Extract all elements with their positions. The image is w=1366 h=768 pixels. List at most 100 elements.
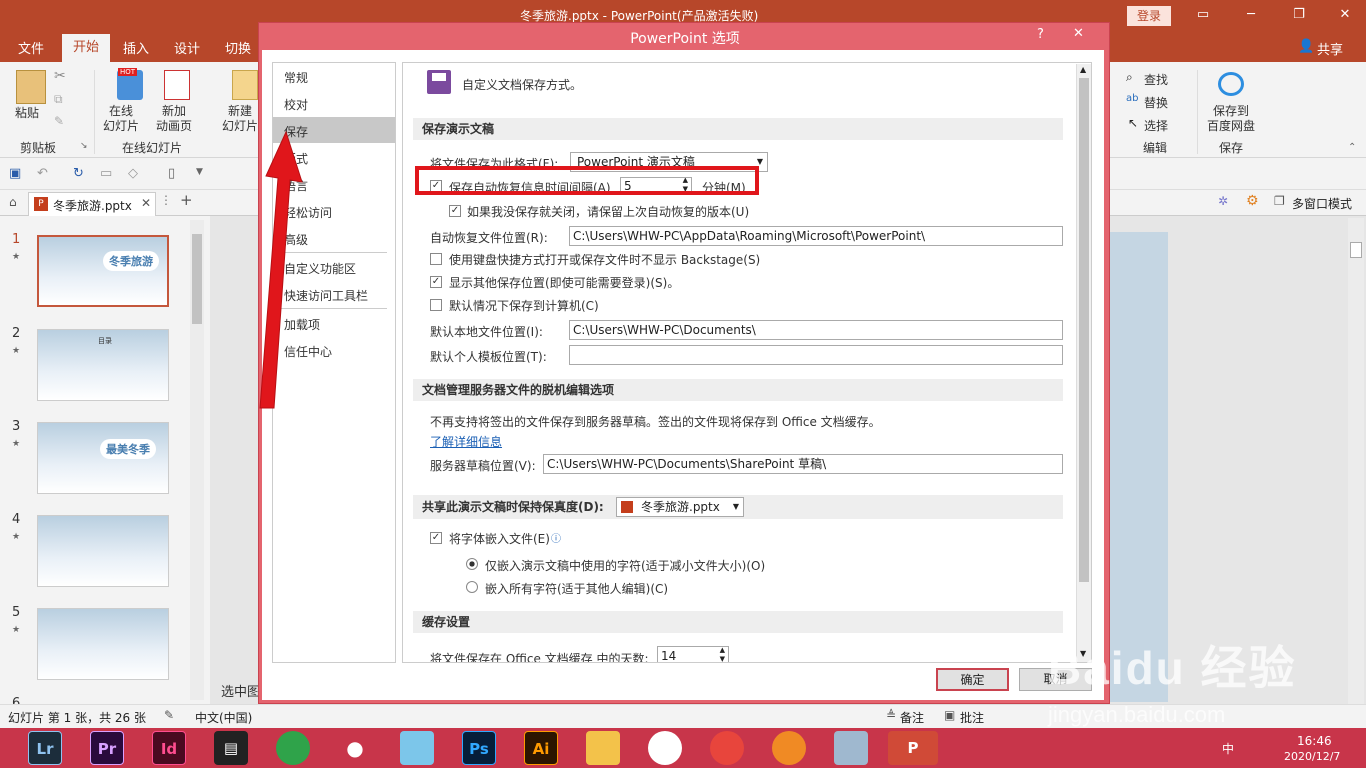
thumbnail-scrollbar[interactable]: [190, 220, 204, 700]
paste-icon[interactable]: [16, 70, 46, 104]
multiwindow-icon[interactable]: ❐: [1274, 194, 1285, 208]
plugin-icon[interactable]: ✲: [1218, 194, 1228, 208]
info-icon[interactable]: ⓘ: [551, 530, 561, 545]
embed-all-radio[interactable]: [466, 581, 478, 593]
server-drafts-input[interactable]: C:\Users\WHW-PC\Documents\SharePoint 草稿\: [543, 454, 1063, 474]
share-icon[interactable]: 👤: [1298, 39, 1314, 54]
spellcheck-icon[interactable]: ✎: [164, 708, 174, 722]
save-to-pc-checkbox[interactable]: [430, 299, 442, 311]
clock-time[interactable]: 16:46: [1297, 734, 1332, 748]
tab-file[interactable]: 文件: [18, 38, 44, 57]
notes-button[interactable]: 备注: [900, 709, 924, 726]
media-app-icon[interactable]: [772, 731, 806, 765]
comments-icon[interactable]: ▣: [944, 708, 955, 722]
restore-button[interactable]: ❐: [1284, 5, 1314, 25]
premiere-app[interactable]: Pr: [90, 731, 124, 765]
photoshop-app[interactable]: Ps: [462, 731, 496, 765]
notes-app-icon[interactable]: [834, 731, 868, 765]
close-window-button[interactable]: ✕: [1330, 5, 1360, 25]
nav-proofing[interactable]: 校对: [284, 96, 308, 113]
redo-icon[interactable]: ↻: [73, 166, 84, 181]
content-scrollbar[interactable]: ▲ ▼: [1076, 64, 1091, 662]
share-file-dropdown[interactable]: 冬季旅游.pptx ▼: [616, 497, 744, 517]
new-anim-page-icon[interactable]: [164, 70, 190, 100]
default-local-input[interactable]: C:\Users\WHW-PC\Documents\: [569, 320, 1063, 340]
language-status[interactable]: 中文(中国): [195, 709, 252, 726]
show-other-checkbox[interactable]: ✓: [430, 276, 442, 288]
new-slide-icon[interactable]: [232, 70, 258, 100]
select-button[interactable]: 选择: [1144, 117, 1168, 134]
online-slides-button[interactable]: 在线 幻灯片: [103, 104, 139, 134]
settings-gear-icon[interactable]: ⚙: [1246, 193, 1259, 209]
login-button[interactable]: 登录: [1127, 6, 1171, 26]
illustrator-app[interactable]: Ai: [524, 731, 558, 765]
scrollbar-thumb[interactable]: [1079, 78, 1089, 582]
browser-icon[interactable]: [648, 731, 682, 765]
share-button[interactable]: 共享: [1317, 39, 1343, 58]
dialog-close-button[interactable]: ✕: [1073, 26, 1084, 41]
editor-scrollbar[interactable]: [1348, 218, 1364, 704]
slide-thumbnail-4[interactable]: [37, 515, 169, 587]
format-painter-icon[interactable]: ✎: [54, 114, 64, 128]
slide-thumbnail-2[interactable]: 目录: [37, 329, 169, 401]
ime-indicator[interactable]: 中: [1222, 740, 1234, 757]
embed-fonts-checkbox[interactable]: ✓: [430, 532, 442, 544]
help-button[interactable]: ?: [1037, 27, 1044, 42]
tab-list-icon[interactable]: ⋮: [160, 193, 172, 207]
new-anim-page-button[interactable]: 新加 动画页: [156, 104, 192, 134]
tab-transitions[interactable]: 切换: [225, 38, 251, 57]
cache-days-input[interactable]: 14 ▲ ▼: [657, 646, 729, 662]
clock-date[interactable]: 2020/12/7: [1284, 750, 1340, 763]
new-tab-icon[interactable]: +: [180, 191, 193, 209]
shape-icon[interactable]: ◇: [128, 166, 138, 181]
comments-button[interactable]: 批注: [960, 709, 984, 726]
ribbon-display-icon[interactable]: ▭: [1188, 5, 1218, 25]
save-baidu-button[interactable]: 保存到 百度网盘: [1207, 104, 1255, 134]
ok-button[interactable]: 确定: [936, 668, 1009, 691]
file-tab[interactable]: P 冬季旅游.pptx ✕: [28, 192, 156, 216]
keep-last-checkbox[interactable]: ✓: [449, 205, 461, 217]
collapse-ribbon-icon[interactable]: ⌃: [1348, 142, 1356, 153]
file-explorer-icon[interactable]: [586, 731, 620, 765]
scrollbar-thumb[interactable]: [1350, 242, 1362, 258]
dialog-launcher-icon[interactable]: ↘: [80, 141, 88, 151]
baidu-cloud-icon[interactable]: [1218, 72, 1244, 96]
multiwindow-button[interactable]: 多窗口模式: [1292, 195, 1352, 212]
spinner-icon[interactable]: ▲ ▼: [720, 647, 725, 662]
scroll-up-icon[interactable]: ▲: [1080, 65, 1086, 74]
minimize-button[interactable]: ─: [1236, 5, 1266, 25]
home-tab-icon[interactable]: ⌂: [9, 195, 17, 209]
close-tab-icon[interactable]: ✕: [141, 196, 151, 210]
find-icon[interactable]: ⌕: [1126, 70, 1133, 85]
chat-app-icon[interactable]: [400, 731, 434, 765]
slide-thumbnail-3[interactable]: 最美冬季: [37, 422, 169, 494]
scrollbar-thumb[interactable]: [192, 234, 202, 324]
replace-icon[interactable]: ab: [1126, 93, 1138, 104]
template-input[interactable]: [569, 345, 1063, 365]
save-icon[interactable]: ▣: [9, 166, 21, 181]
tab-home[interactable]: 开始: [62, 34, 110, 62]
tab-design[interactable]: 设计: [174, 38, 200, 57]
customize-qat-icon[interactable]: ▼: [196, 167, 203, 177]
autorecover-location-input[interactable]: C:\Users\WHW-PC\AppData\Roaming\Microsof…: [569, 226, 1063, 246]
learn-more-link[interactable]: 了解详细信息: [430, 433, 502, 450]
powerpoint-taskbar-icon[interactable]: P: [888, 731, 938, 765]
paste-button[interactable]: 粘贴: [15, 104, 39, 121]
slide-thumbnail-5[interactable]: [37, 608, 169, 680]
copy-icon[interactable]: ⧉: [54, 92, 63, 107]
embed-used-radio[interactable]: [466, 558, 478, 570]
qq-icon[interactable]: ●: [338, 731, 372, 765]
no-backstage-checkbox[interactable]: [430, 253, 442, 265]
chrome-icon[interactable]: [710, 731, 744, 765]
cut-icon[interactable]: ✂: [54, 68, 66, 84]
tab-insert[interactable]: 插入: [123, 38, 149, 57]
nav-general[interactable]: 常规: [284, 69, 308, 86]
presentation-icon[interactable]: ▭: [100, 166, 112, 181]
slide-thumbnail-1[interactable]: 冬季旅游: [37, 235, 169, 307]
undo-icon[interactable]: ↶: [37, 166, 48, 181]
video-app-icon[interactable]: ▤: [214, 731, 248, 765]
indesign-app[interactable]: Id: [152, 731, 186, 765]
select-icon[interactable]: ↖: [1128, 116, 1138, 130]
new-file-icon[interactable]: ▯: [168, 166, 175, 181]
green-app-icon[interactable]: [276, 731, 310, 765]
